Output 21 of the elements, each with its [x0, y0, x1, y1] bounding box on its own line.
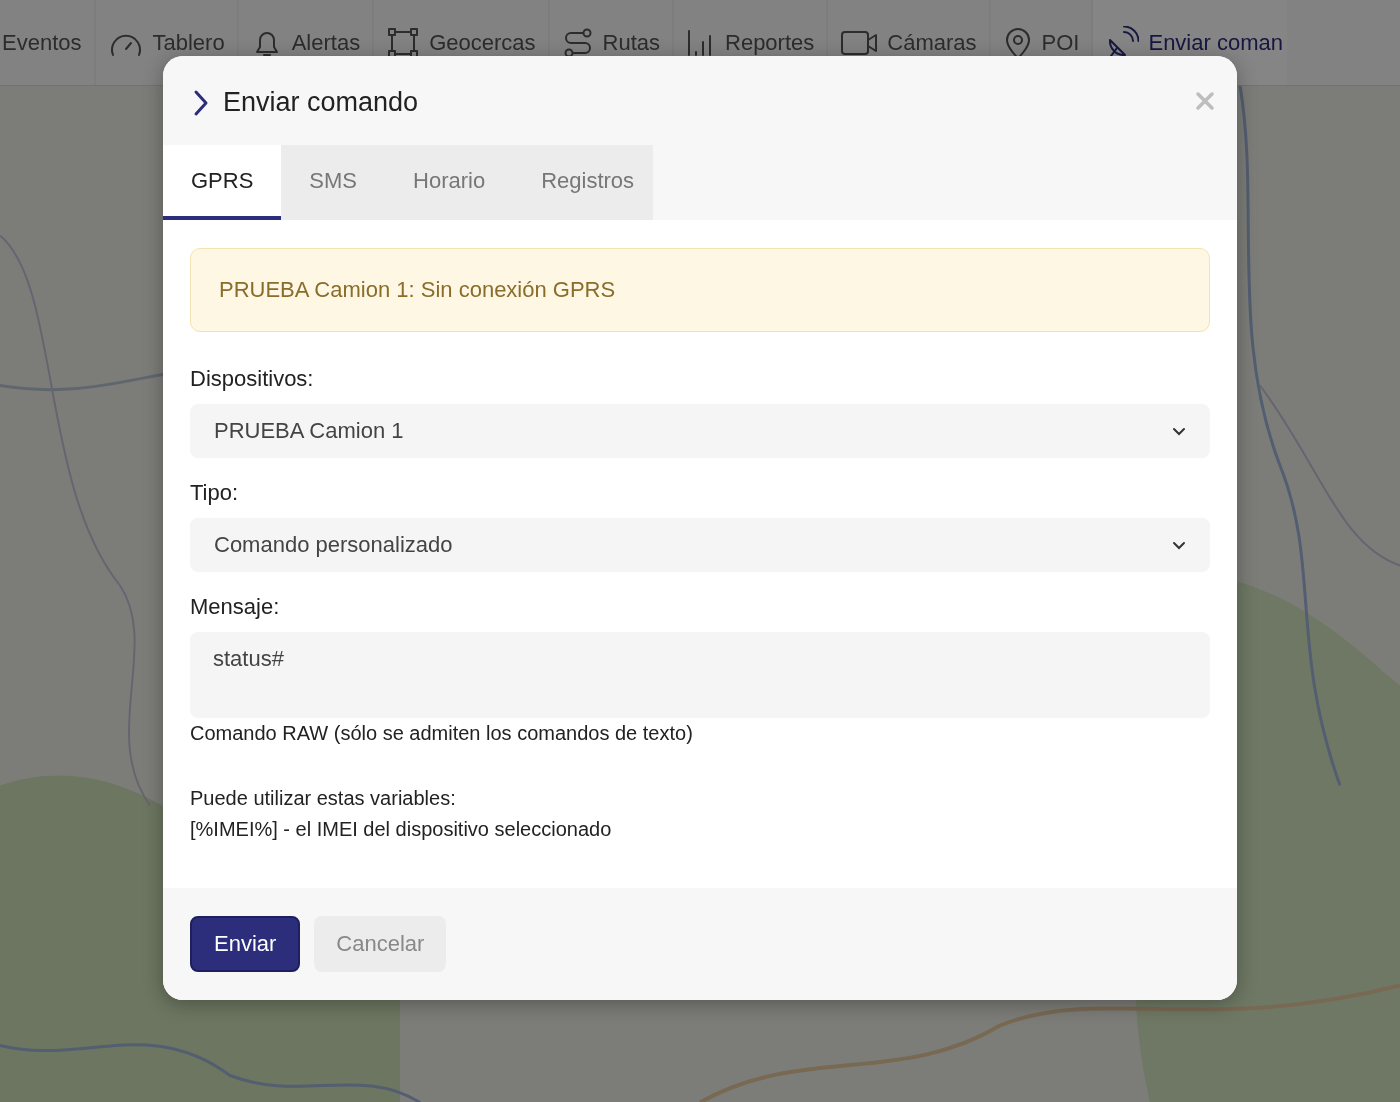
cancel-button[interactable]: Cancelar — [314, 916, 447, 972]
dropdown[interactable]: Comando personalizado — [190, 518, 1210, 572]
dialog-title: Enviar comando — [223, 87, 419, 118]
tab[interactable]: GPRS — [163, 145, 282, 220]
chevron-icon — [193, 88, 209, 117]
field-label: Dispositivos: — [190, 366, 315, 392]
tab[interactable]: Horario — [385, 145, 514, 220]
dropdown[interactable]: PRUEBA Camion 1 — [190, 404, 1210, 458]
field-label: Mensaje: — [190, 594, 281, 620]
caret-icon — [1172, 540, 1186, 550]
note-text: Puede utilizar estas variables: — [190, 786, 457, 811]
note-text: [%IMEI%] - el IMEI del dispositivo seleccionado — [190, 817, 613, 842]
warning-alert: PRUEBA Camion 1: Sin conexión GPRS — [190, 248, 1210, 332]
field-label: Tipo: — [190, 480, 240, 506]
send-button[interactable]: Enviar — [190, 916, 301, 972]
close-icon[interactable] — [1195, 91, 1215, 111]
caret-icon — [1172, 426, 1186, 436]
tab[interactable]: Registros — [513, 145, 663, 220]
message-field[interactable]: status# — [190, 632, 1210, 718]
tab[interactable]: SMS — [281, 145, 386, 220]
help-text: Comando RAW (sólo se admiten los comandos de texto) — [190, 722, 694, 745]
